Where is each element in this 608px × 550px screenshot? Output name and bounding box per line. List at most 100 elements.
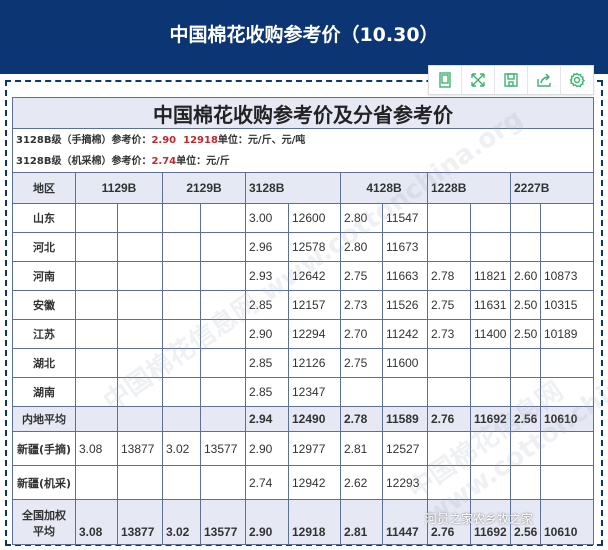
- price-cell: [117, 319, 163, 349]
- price-cell: [162, 377, 201, 407]
- price-cell: 3.02: [162, 431, 201, 466]
- fullscreen-button[interactable]: [462, 66, 495, 94]
- price-cell: 2.56: [510, 499, 541, 545]
- price-cell: [200, 261, 246, 291]
- price-cell: [162, 290, 201, 320]
- price-cell: [200, 203, 246, 233]
- fullscreen-icon: [471, 73, 485, 87]
- price-cell: [200, 377, 246, 407]
- price-cell: 10189: [539, 319, 595, 349]
- price-cell: [539, 431, 595, 466]
- col-header-region: 地区: [12, 172, 76, 204]
- price-cell: [427, 377, 471, 407]
- price-cell: [117, 261, 163, 291]
- price-cell: 10610: [539, 499, 595, 545]
- price-cell: 12642: [288, 261, 341, 291]
- tablet-icon: [439, 72, 451, 88]
- price-cell: 2.75: [427, 290, 471, 320]
- price-cell: [75, 261, 118, 291]
- price-cell: [162, 319, 201, 349]
- price-cell: [539, 232, 595, 262]
- share-button[interactable]: [528, 66, 561, 94]
- table-row: 河南 2.93 12642 2.75 11663 2.78 11821 2.60 10873: [12, 261, 595, 291]
- col-header: 2129B: [162, 172, 246, 204]
- price-cell: 2.76: [427, 406, 471, 432]
- region-cell: 新疆(手摘): [12, 431, 76, 466]
- price-cell: 2.74: [245, 465, 289, 500]
- region-cell: 全国加权 平均: [12, 499, 76, 545]
- price-cell: 2.93: [245, 261, 289, 291]
- region-cell: 江苏: [12, 319, 76, 349]
- national-average-row: 全国加权 平均 3.08 13877 3.02 13577 2.90 12918 2.81 114…: [12, 499, 595, 545]
- price-cell: [162, 465, 201, 500]
- price-cell: [200, 319, 246, 349]
- price-cell: 12157: [288, 290, 341, 320]
- price-cell: 12918: [288, 499, 341, 545]
- price-cell: 11447: [382, 499, 428, 545]
- tablet-view-button[interactable]: [429, 66, 462, 94]
- price-cell: [510, 203, 541, 233]
- price-cell: 2.75: [340, 261, 383, 291]
- price-cell: 13877: [117, 431, 163, 466]
- price-cell: [117, 377, 163, 407]
- price-cell: 11589: [382, 406, 428, 432]
- region-cell: 湖北: [12, 348, 76, 378]
- price-cell: [470, 465, 511, 500]
- price-cell: [427, 431, 471, 466]
- price-cell: 13877: [117, 499, 163, 545]
- col-header: 4128B: [340, 172, 428, 204]
- info2-label: 3128B级（机采棉）参考价：: [16, 155, 152, 167]
- price-cell: 2.56: [510, 406, 541, 432]
- price-cell: [427, 232, 471, 262]
- region-label-2: 平均: [33, 525, 55, 538]
- col-header: 2227B: [509, 172, 595, 204]
- price-cell: [470, 348, 511, 378]
- price-cell: [200, 465, 246, 500]
- info2-unit: 单位：元/斤: [176, 155, 230, 167]
- price-cell: 11821: [470, 261, 511, 291]
- price-cell: 10610: [539, 406, 595, 432]
- header-row: 地区 1129B 2129B 3128B 4128B 1228B 2227B: [12, 172, 595, 204]
- price-cell: [470, 377, 511, 407]
- price-cell: [75, 406, 118, 432]
- price-cell: [340, 377, 383, 407]
- toolbar: [428, 65, 594, 95]
- price-cell: 2.73: [340, 290, 383, 320]
- price-cell: [75, 465, 118, 500]
- price-cell: 11692: [470, 499, 511, 545]
- price-cell: [200, 232, 246, 262]
- price-cell: [117, 465, 163, 500]
- price-cell: 12126: [288, 348, 341, 378]
- price-cell: [162, 203, 201, 233]
- region-cell: 安徽: [12, 290, 76, 320]
- price-cell: 11400: [470, 319, 511, 349]
- table-row: 安徽 2.85 12157 2.73 11526 2.75 11631 2.50 10315: [12, 290, 595, 320]
- page-header: 中国棉花收购参考价（10.30）: [0, 0, 608, 74]
- region-cell: 山东: [12, 203, 76, 233]
- price-cell: 10315: [539, 290, 595, 320]
- price-cell: [510, 377, 541, 407]
- table-row: 山东 3.00 12600 2.80 11547: [12, 203, 595, 233]
- col-header: 3128B: [245, 172, 341, 204]
- settings-button[interactable]: [561, 66, 593, 94]
- price-cell: 13577: [200, 499, 246, 545]
- price-cell: 2.60: [510, 261, 541, 291]
- price-cell: 2.50: [510, 290, 541, 320]
- save-button[interactable]: [495, 66, 528, 94]
- price-cell: 2.78: [427, 261, 471, 291]
- price-cell: 2.96: [245, 232, 289, 262]
- price-cell: 2.76: [427, 499, 471, 545]
- price-cell: [162, 232, 201, 262]
- price-cell: [75, 290, 118, 320]
- price-cell: [162, 406, 201, 432]
- price-cell: [539, 465, 595, 500]
- price-cell: 11663: [382, 261, 428, 291]
- price-cell: [75, 319, 118, 349]
- price-cell: 11242: [382, 319, 428, 349]
- price-cell: 10873: [539, 261, 595, 291]
- price-cell: [75, 377, 118, 407]
- price-cell: 12293: [382, 465, 428, 500]
- price-cell: [427, 203, 471, 233]
- price-cell: [539, 348, 595, 378]
- price-cell: 2.81: [340, 499, 383, 545]
